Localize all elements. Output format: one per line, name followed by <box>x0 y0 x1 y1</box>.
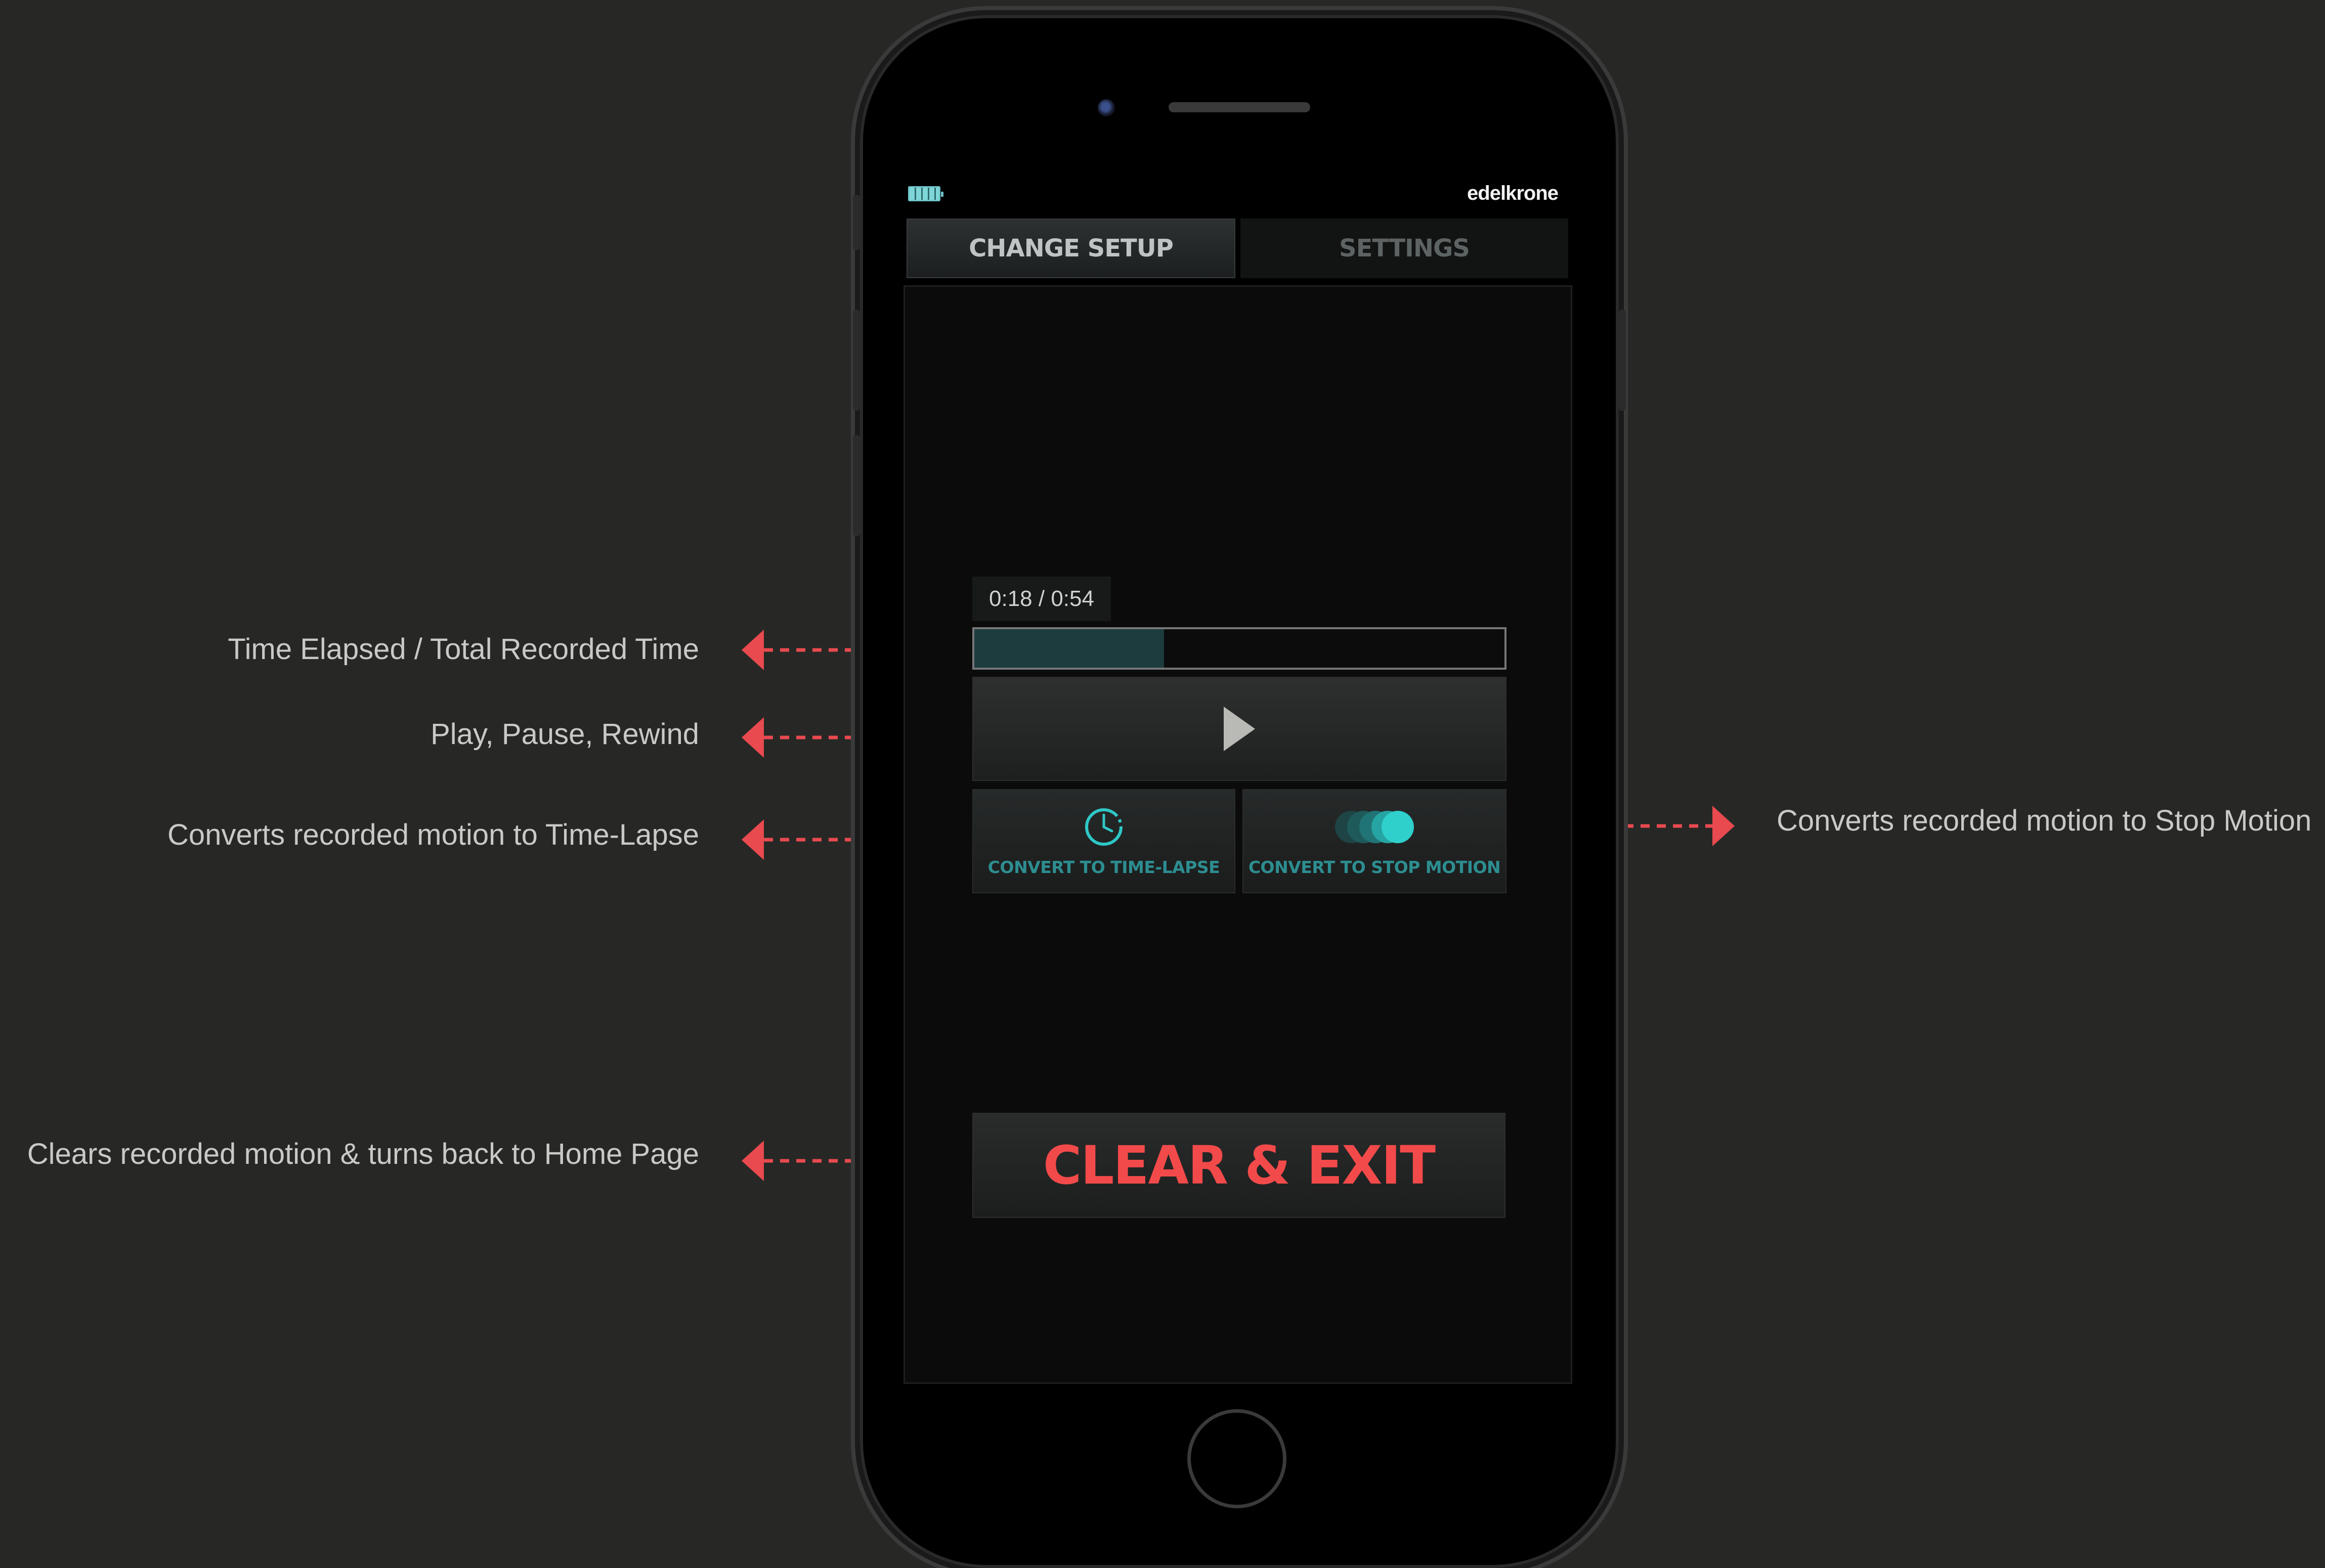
play-icon <box>1224 707 1255 751</box>
power-button <box>1619 310 1626 411</box>
annotation-convert-timelapse: Converts recorded motion to Time-Lapse <box>167 818 699 851</box>
volume-down-button <box>853 435 860 536</box>
tab-change-setup[interactable]: CHANGE SETUP <box>907 219 1235 278</box>
annotation-convert-stopmotion: Converts recorded motion to Stop Motion <box>1777 804 2312 837</box>
convert-timelapse-button[interactable]: CONVERT TO TIME-LAPSE <box>972 789 1235 893</box>
clock-icon <box>1085 808 1123 846</box>
annotation-clear-exit: Clears recorded motion & turns back to H… <box>27 1138 699 1170</box>
clear-exit-button[interactable]: CLEAR & EXIT <box>972 1113 1505 1218</box>
tab-settings[interactable]: SETTINGS <box>1240 219 1568 278</box>
progress-fill <box>974 629 1165 668</box>
playback-progress-bar[interactable] <box>972 627 1506 670</box>
annotation-time-elapsed: Time Elapsed / Total Recorded Time <box>228 633 699 666</box>
brand-logo: edelkrone <box>1467 182 1559 204</box>
earpiece-speaker <box>1169 102 1310 112</box>
convert-stopmotion-label: CONVERT TO STOP MOTION <box>1248 857 1501 877</box>
stop-motion-icon <box>1335 810 1414 843</box>
mute-switch <box>853 195 860 250</box>
convert-stopmotion-button[interactable]: CONVERT TO STOP MOTION <box>1242 789 1506 893</box>
clear-exit-label: CLEAR & EXIT <box>1043 1135 1436 1196</box>
volume-up-button <box>853 310 860 411</box>
convert-timelapse-label: CONVERT TO TIME-LAPSE <box>987 857 1220 877</box>
time-display: 0:18 / 0:54 <box>972 577 1111 621</box>
play-button[interactable] <box>972 677 1506 781</box>
annotation-play-pause: Play, Pause, Rewind <box>430 718 699 751</box>
home-button[interactable] <box>1187 1409 1286 1508</box>
front-camera <box>1098 99 1115 116</box>
battery-full-icon <box>908 186 943 201</box>
